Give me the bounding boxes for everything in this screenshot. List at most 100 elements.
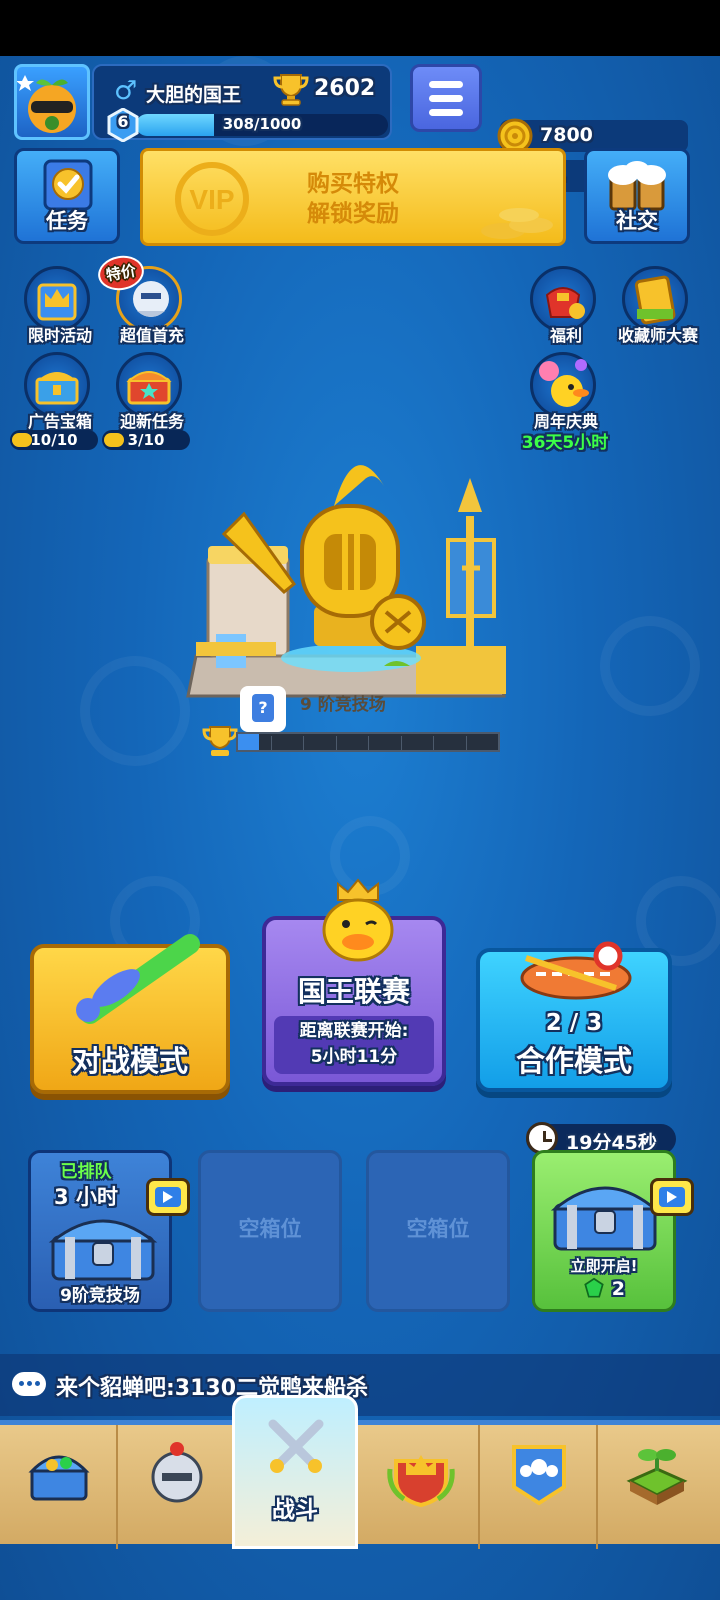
coin-icon <box>12 433 32 447</box>
anniversary-button[interactable]: 周年庆典 <box>520 352 612 436</box>
watch-ad-tv-icon[interactable] <box>146 1178 190 1216</box>
chat-dot <box>19 1381 24 1386</box>
chest-slot-3: 空箱位 <box>366 1150 510 1312</box>
battle-mode-label: 对战模式 <box>71 1044 188 1078</box>
blue-chest-icon <box>550 1186 660 1251</box>
coop-mode-button[interactable]: 2 / 3 合作模式 <box>476 941 672 1092</box>
nav-garden[interactable] <box>598 1425 716 1549</box>
arena-card-icon[interactable]: ? <box>240 686 286 732</box>
chest-slot-4[interactable]: 立即开启! 2 <box>532 1150 676 1312</box>
crossed-swords-icon <box>268 1419 324 1473</box>
green-gem-icon <box>584 1277 604 1298</box>
gold-amount: 7800 <box>540 124 593 146</box>
nav-shop[interactable] <box>0 1425 118 1549</box>
red-chest-icon <box>126 371 172 405</box>
arena-progress-fill <box>238 734 259 750</box>
social-label: 社交 <box>616 209 658 233</box>
tasks-button[interactable]: 任务 <box>14 148 120 244</box>
menu-icon-bar <box>429 95 463 102</box>
chest-queued-status: 已排队 <box>60 1162 112 1182</box>
gift-bag-icon <box>545 287 585 319</box>
bottom-nav: 战斗 <box>0 1395 720 1549</box>
anniversary-countdown: 36天5小时 <box>521 433 609 453</box>
chest-arena: 9阶竞技场 <box>60 1286 140 1306</box>
social-button[interactable]: 社交 <box>584 148 690 244</box>
treasure-chest-icon <box>35 372 79 405</box>
menu-icon-bar <box>429 109 463 116</box>
progress-divider <box>433 736 434 750</box>
chat-bubble-icon <box>12 1372 46 1396</box>
nav-league[interactable] <box>362 1425 480 1549</box>
arena-name: 9 阶竞技场 <box>300 695 386 715</box>
progress-divider <box>336 736 337 750</box>
battle-mode-button[interactable]: 对战模式 <box>30 934 230 1094</box>
progress-divider <box>401 736 402 750</box>
empty-slot-label: 空箱位 <box>238 1217 302 1241</box>
collector-contest-button[interactable]: 收藏师大赛 <box>612 266 704 350</box>
chat-dot <box>35 1381 40 1386</box>
trophy-icon <box>273 74 309 106</box>
trophy-count: 2602 <box>314 76 376 101</box>
chat-dot <box>27 1381 32 1386</box>
chat-bar[interactable]: 来个貂蝉吧:3130二觉鸭来船杀 <box>0 1354 720 1416</box>
league-countdown-time: 5小时11分 <box>310 1047 398 1067</box>
newbie-tasks-label: 迎新任务 <box>119 412 184 431</box>
background-pattern <box>80 656 190 766</box>
open-now-label: 立即开启! <box>570 1257 638 1275</box>
arena-progress-bar <box>236 732 500 752</box>
duck-anniversary-icon <box>539 359 589 407</box>
crown-shield-icon <box>387 1455 455 1508</box>
league-countdown-caption: 距离联赛开始: <box>299 1021 409 1041</box>
balloon-sword-icon <box>76 934 200 1024</box>
nav-battle[interactable]: 战斗 <box>232 1395 358 1549</box>
player-info-panel[interactable]: ♂ 大胆的国王 2602 6 308/1000 <box>92 64 392 142</box>
male-gender-icon: ♂ <box>114 76 138 106</box>
empty-slot-label: 空箱位 <box>406 1217 470 1241</box>
arena-trophy-icon <box>202 726 238 756</box>
duck-avatar-icon <box>17 75 76 133</box>
clock-hand <box>543 1139 552 1142</box>
newbie-tasks-count: 3/10 <box>127 431 165 449</box>
player-avatar[interactable] <box>14 64 90 140</box>
vip-line-2: 解锁奖励 <box>307 201 399 227</box>
raft-boat-icon <box>520 941 632 1000</box>
newbie-tasks-button[interactable]: 迎新任务 <box>106 352 198 436</box>
collector-contest-label: 收藏师大赛 <box>617 326 698 345</box>
play-icon <box>667 1191 677 1203</box>
play-icon <box>163 1191 173 1203</box>
chest-slot-1[interactable]: 已排队 3 小时 9阶竞技场 <box>28 1150 172 1312</box>
tasks-label: 任务 <box>46 209 88 233</box>
crowned-duck-icon <box>322 878 394 962</box>
limited-event-button[interactable]: 限时活动 <box>14 266 106 350</box>
coop-mode-label: 合作模式 <box>515 1044 632 1078</box>
open-gem-cost: 2 <box>535 1277 673 1300</box>
arena-card-question: ? <box>252 694 274 722</box>
welfare-button[interactable]: 福利 <box>520 266 612 350</box>
background-pattern <box>600 616 700 716</box>
blue-chest-icon <box>48 1219 158 1281</box>
player-name: 大胆的国王 <box>146 84 242 106</box>
newbie-tasks-counter: 3/10 <box>102 430 190 450</box>
vip-line-1: 购买特权 <box>307 171 399 197</box>
vip-privilege-banner[interactable]: VIP 购买特权 解锁奖励 <box>140 148 566 246</box>
coin-icon <box>104 433 124 447</box>
nav-heroes[interactable] <box>118 1425 236 1549</box>
progress-divider <box>466 736 467 750</box>
coop-attempts: 2 / 3 <box>545 1010 603 1036</box>
main-menu-button[interactable] <box>410 64 482 132</box>
progress-divider <box>271 736 272 750</box>
knight-helmet-icon <box>151 1442 203 1503</box>
nav-social[interactable] <box>480 1425 598 1549</box>
player-level: 6 <box>117 112 129 131</box>
nav-battle-label: 战斗 <box>272 1497 318 1523</box>
status-bar <box>0 0 720 56</box>
ad-chest-counter: 10/10 <box>10 430 98 450</box>
gem-cost-value: 2 <box>611 1278 625 1300</box>
watch-ad-tv-icon[interactable] <box>650 1178 694 1216</box>
vip-banner-text: 购买特权 解锁奖励 <box>143 169 563 229</box>
crown-badge-icon <box>37 283 77 321</box>
sprout-island-icon <box>626 1449 688 1505</box>
king-league-button[interactable]: 国王联赛 距离联赛开始: 5小时11分 <box>262 878 446 1086</box>
ad-chest-button[interactable]: 广告宝箱 <box>14 352 106 436</box>
progress-divider <box>368 736 369 750</box>
